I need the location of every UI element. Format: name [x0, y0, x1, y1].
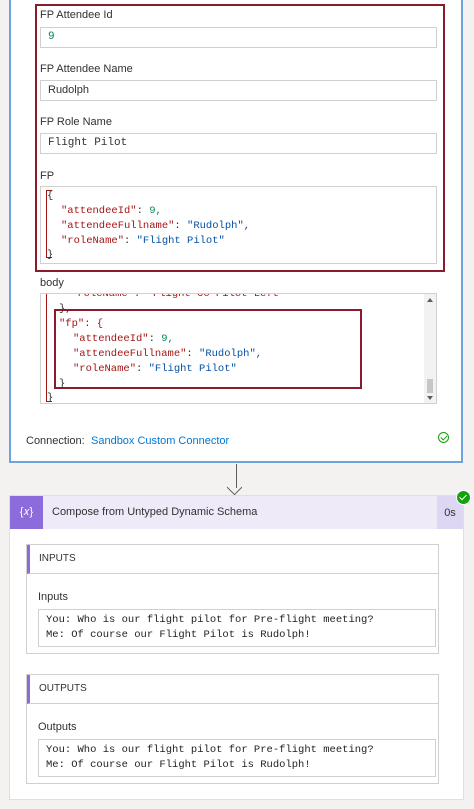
connection-label: Connection:	[26, 435, 85, 447]
fp-open-brace: {	[47, 190, 54, 202]
fp-line-1: "attendeeId": 9,	[61, 205, 162, 217]
success-check-icon	[456, 490, 471, 505]
fp-json-box[interactable]: { "attendeeId": 9, "attendeeFullname": "…	[40, 186, 437, 264]
compose-card: {𝑥} Compose from Untyped Dynamic Schema …	[9, 490, 471, 800]
inputs-label: Inputs	[38, 591, 68, 603]
attendee-id-value: 9	[48, 31, 55, 43]
field-label-attendee-name: FP Attendee Name	[40, 63, 133, 75]
flow-arrow-down-icon	[226, 479, 243, 496]
fp-line-2: "attendeeFullname": "Rudolph",	[61, 220, 251, 232]
compose-variable-icon: {𝑥}	[10, 496, 43, 529]
outputs-section: OUTPUTS Outputs You: Who is our flight p…	[26, 674, 439, 784]
field-label-attendee-id: FP Attendee Id	[40, 9, 113, 21]
body-partial-line: "roleName": "Flight Co-Pilot Left"	[71, 293, 286, 300]
highlight-box-body-fp	[54, 309, 362, 389]
outputs-label: Outputs	[38, 721, 77, 733]
connection-ok-check-icon	[438, 432, 449, 443]
body-bracket-marker	[46, 294, 52, 402]
compose-card-title: Compose from Untyped Dynamic Schema	[52, 506, 258, 518]
body-scrollbar[interactable]	[424, 294, 436, 403]
fp-close-brace: }	[47, 249, 54, 261]
compose-card-header[interactable]: {𝑥} Compose from Untyped Dynamic Schema …	[10, 496, 463, 529]
outputs-header[interactable]: OUTPUTS	[27, 675, 438, 704]
inputs-value-box[interactable]: You: Who is our flight pilot for Pre-fli…	[38, 609, 436, 647]
fp-line-3: "roleName": "Flight Pilot"	[61, 235, 225, 247]
attendee-id-field[interactable]: 9	[40, 27, 437, 48]
field-label-body: body	[40, 277, 64, 289]
attendee-name-value: Rudolph	[48, 84, 89, 96]
role-name-value: Flight Pilot	[48, 137, 128, 149]
field-label-role-name: FP Role Name	[40, 116, 112, 128]
outputs-value-box[interactable]: You: Who is our flight pilot for Pre-fli…	[38, 739, 436, 777]
scroll-thumb[interactable]	[427, 379, 433, 393]
attendee-name-field[interactable]: Rudolph	[40, 80, 437, 101]
inputs-header[interactable]: INPUTS	[27, 545, 438, 574]
inputs-section: INPUTS Inputs You: Who is our flight pil…	[26, 544, 439, 654]
scroll-down-arrow-icon[interactable]	[427, 396, 433, 400]
action-card: FP Attendee Id 9 FP Attendee Name Rudolp…	[9, 0, 463, 463]
scroll-up-arrow-icon[interactable]	[427, 298, 433, 302]
field-label-fp: FP	[40, 170, 55, 182]
connection-name-link[interactable]: Sandbox Custom Connector	[91, 435, 229, 447]
role-name-field[interactable]: Flight Pilot	[40, 133, 437, 154]
